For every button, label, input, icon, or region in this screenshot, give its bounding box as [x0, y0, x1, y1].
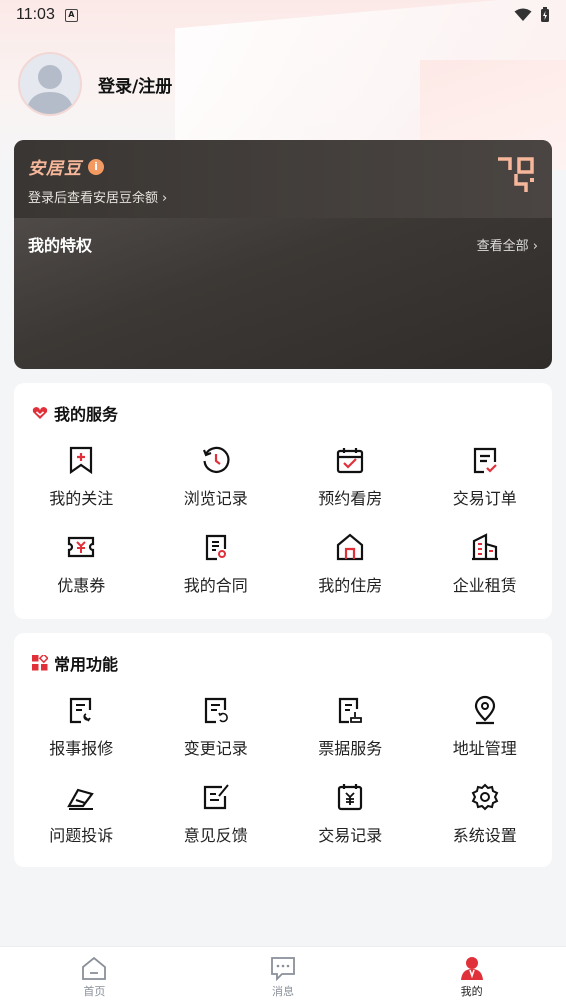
message-icon [271, 957, 295, 981]
service-label: 我的关注 [49, 489, 114, 508]
function-label: 报事报修 [49, 739, 114, 758]
avatar[interactable] [18, 52, 82, 116]
privilege-section: 我的特权 查看全部 › [14, 218, 552, 270]
house-icon [337, 533, 364, 561]
status-right [514, 7, 550, 23]
chevron-right-icon: › [532, 238, 538, 254]
view-all-link[interactable]: 查看全部 › [477, 235, 538, 254]
history-icon [202, 446, 230, 473]
function-label: 系统设置 [452, 826, 517, 845]
home-icon [82, 956, 107, 980]
service-label: 交易订单 [452, 489, 517, 508]
view-all-label: 查看全部 [476, 238, 529, 254]
service-label: 我的住房 [318, 576, 383, 595]
tab-messages[interactable]: 消息 [189, 947, 378, 1006]
feedback-icon [203, 784, 229, 810]
bean-title: 安居豆 [28, 159, 82, 179]
building-icon [471, 533, 498, 561]
bookmark-icon [70, 446, 93, 475]
transaction-icon [338, 784, 363, 811]
service-label: 优惠券 [57, 576, 106, 595]
service-coupons[interactable]: 优惠券 [14, 512, 149, 599]
settings-icon [471, 783, 499, 811]
status-bar: 11:03 A [0, 0, 566, 30]
calendar-check-icon [337, 448, 364, 474]
function-label: 票据服务 [318, 739, 383, 758]
tab-label: 首页 [83, 985, 106, 998]
login-register-link[interactable]: 登录/注册 [98, 72, 172, 97]
repair-icon [70, 697, 92, 724]
anju-bean-card: 安居豆 i 登录后查看安居豆余额 › 我的特权 查看全部 › [14, 140, 552, 369]
function-complaint[interactable]: 问题投诉 [14, 762, 149, 849]
chevron-right-icon: › [162, 191, 168, 206]
function-label: 交易记录 [318, 826, 383, 845]
wifi-icon [514, 8, 532, 21]
privilege-title: 我的特权 [28, 236, 93, 255]
my-services-card: 我的服务 我的关注 浏览记录 预约看房 交易订单 优惠券 我的合同 我的住房 企… [14, 383, 552, 619]
service-enterprise-lease[interactable]: 企业租赁 [418, 512, 553, 599]
service-contracts[interactable]: 我的合同 [149, 512, 284, 599]
functions-grid-icon [32, 655, 48, 671]
location-icon [474, 695, 495, 725]
function-settings[interactable]: 系统设置 [418, 762, 553, 849]
function-label: 意见反馈 [183, 826, 248, 845]
service-label: 企业租赁 [452, 576, 517, 595]
profile-icon [460, 957, 483, 980]
card-title: 常用功能 [54, 655, 119, 674]
bottom-tab-bar: 首页 消息 我的 [0, 946, 566, 1006]
card-header: 我的服务 [14, 383, 552, 425]
services-heart-icon [32, 407, 48, 419]
profile-header[interactable]: 登录/注册 [18, 52, 172, 116]
notification-icon: A [64, 8, 78, 22]
function-repair[interactable]: 报事报修 [14, 675, 149, 762]
order-icon [473, 447, 497, 474]
function-transactions[interactable]: 交易记录 [283, 762, 418, 849]
bean-balance-hint[interactable]: 登录后查看安居豆余额 › [28, 187, 538, 206]
function-label: 地址管理 [452, 739, 517, 758]
service-book-viewing[interactable]: 预约看房 [283, 425, 418, 512]
tab-mine[interactable]: 我的 [377, 947, 566, 1006]
service-my-housing[interactable]: 我的住房 [283, 512, 418, 599]
function-feedback[interactable]: 意见反馈 [149, 762, 284, 849]
function-label: 变更记录 [183, 739, 248, 758]
bean-balance-section[interactable]: 安居豆 i 登录后查看安居豆余额 › [14, 140, 552, 218]
function-receipts[interactable]: 票据服务 [283, 675, 418, 762]
tab-home[interactable]: 首页 [0, 947, 189, 1006]
service-orders[interactable]: 交易订单 [418, 425, 553, 512]
service-my-follows[interactable]: 我的关注 [14, 425, 149, 512]
contract-icon [205, 534, 226, 561]
receipt-icon [339, 697, 363, 724]
function-change-record[interactable]: 变更记录 [149, 675, 284, 762]
service-label: 预约看房 [318, 489, 383, 508]
function-address[interactable]: 地址管理 [418, 675, 553, 762]
function-label: 问题投诉 [49, 826, 114, 845]
service-label: 浏览记录 [183, 489, 248, 508]
bean-subtitle: 登录后查看安居豆余额 [28, 191, 159, 206]
service-label: 我的合同 [183, 576, 248, 595]
battery-icon [541, 7, 549, 22]
card-header: 常用功能 [14, 633, 552, 675]
default-avatar-icon [26, 65, 74, 114]
status-time: 11:03 [16, 6, 55, 23]
info-icon[interactable]: i [88, 158, 104, 175]
complaint-icon [67, 788, 95, 810]
common-functions-card: 常用功能 报事报修 变更记录 票据服务 地址管理 问题投诉 意见反馈 交易记录 … [14, 633, 552, 867]
coupon-icon [68, 536, 95, 558]
card-title: 我的服务 [54, 405, 119, 424]
tab-label: 我的 [460, 985, 483, 998]
qr-code-icon[interactable] [496, 156, 536, 194]
tab-label: 消息 [272, 985, 294, 998]
change-record-icon [204, 697, 228, 724]
service-browse-history[interactable]: 浏览记录 [149, 425, 284, 512]
